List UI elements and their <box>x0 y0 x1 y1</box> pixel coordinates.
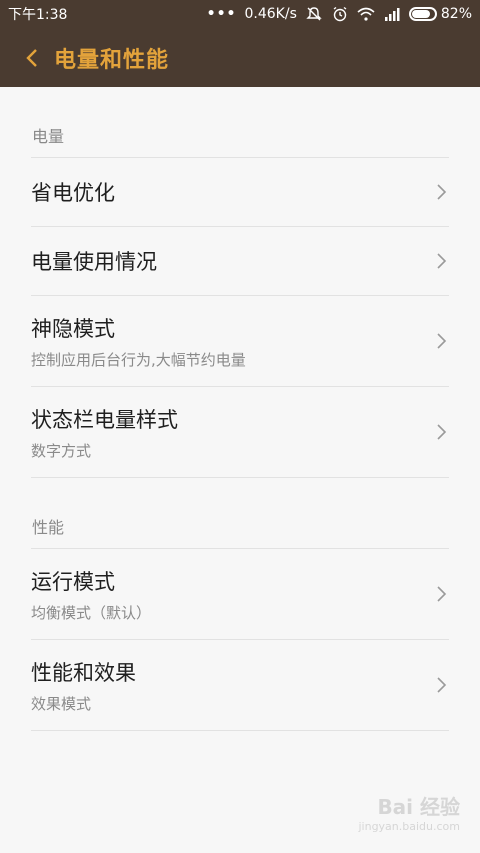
row-subtitle: 数字方式 <box>31 441 92 460</box>
battery-indicator: 82% <box>408 6 472 22</box>
wifi-icon <box>357 6 375 22</box>
chevron-right-icon <box>437 253 447 269</box>
mute-icon <box>305 6 323 22</box>
chevron-right-icon <box>437 184 447 200</box>
row-subtitle: 均衡模式（默认） <box>31 603 152 622</box>
chevron-right-icon <box>437 586 447 602</box>
settings-row-battery-style[interactable]: 状态栏电量样式 数字方式 <box>31 386 449 477</box>
battery-fill <box>411 10 430 18</box>
alarm-icon <box>331 6 349 22</box>
row-subtitle: 效果模式 <box>31 694 92 713</box>
row-title: 神隐模式 <box>31 316 115 341</box>
back-button[interactable] <box>18 38 46 78</box>
row-title: 电量使用情况 <box>31 250 157 274</box>
row-subtitle: 控制应用后台行为,大幅节约电量 <box>31 350 246 369</box>
status-right: ••• 0.46K/s 82% <box>207 6 472 22</box>
network-speed: 0.46K/s <box>244 6 297 22</box>
page-title: 电量和性能 <box>54 47 170 73</box>
signal-icon <box>383 6 401 22</box>
watermark-url: jingyan.baidu.com <box>358 820 460 833</box>
battery-percent: 82% <box>440 6 472 22</box>
chevron-left-icon <box>26 48 37 67</box>
row-title: 性能和效果 <box>31 660 136 685</box>
settings-row-performance-effects[interactable]: 性能和效果 效果模式 <box>31 639 449 730</box>
settings-row-run-mode[interactable]: 运行模式 均衡模式（默认） <box>31 548 449 639</box>
chevron-right-icon <box>437 677 447 693</box>
status-bar: 下午1:38 ••• 0.46K/s 82% <box>0 0 480 28</box>
settings-list: 电量 省电优化 电量使用情况 神隐模式 控制应用后台行为,大幅节约电量 状态栏电… <box>0 87 480 731</box>
battery-icon <box>408 7 437 21</box>
watermark: Bai 经验 jingyan.baidu.com <box>358 791 460 833</box>
section-header-performance: 性能 <box>32 518 65 537</box>
watermark-logo: Bai 经验 <box>377 795 460 819</box>
section-header-power: 电量 <box>32 127 65 146</box>
divider <box>31 730 449 731</box>
chevron-right-icon <box>437 333 447 349</box>
row-title: 省电优化 <box>31 181 115 205</box>
row-title: 状态栏电量样式 <box>31 407 178 432</box>
row-title: 运行模式 <box>31 569 115 594</box>
app-bar: 电量和性能 <box>0 28 480 87</box>
notification-dots: ••• <box>206 6 237 22</box>
settings-row-battery-usage[interactable]: 电量使用情况 <box>31 226 449 295</box>
settings-row-stealth-mode[interactable]: 神隐模式 控制应用后台行为,大幅节约电量 <box>31 295 449 386</box>
status-time: 下午1:38 <box>8 7 68 23</box>
chevron-right-icon <box>437 424 447 440</box>
settings-row-power-saving[interactable]: 省电优化 <box>31 157 449 226</box>
